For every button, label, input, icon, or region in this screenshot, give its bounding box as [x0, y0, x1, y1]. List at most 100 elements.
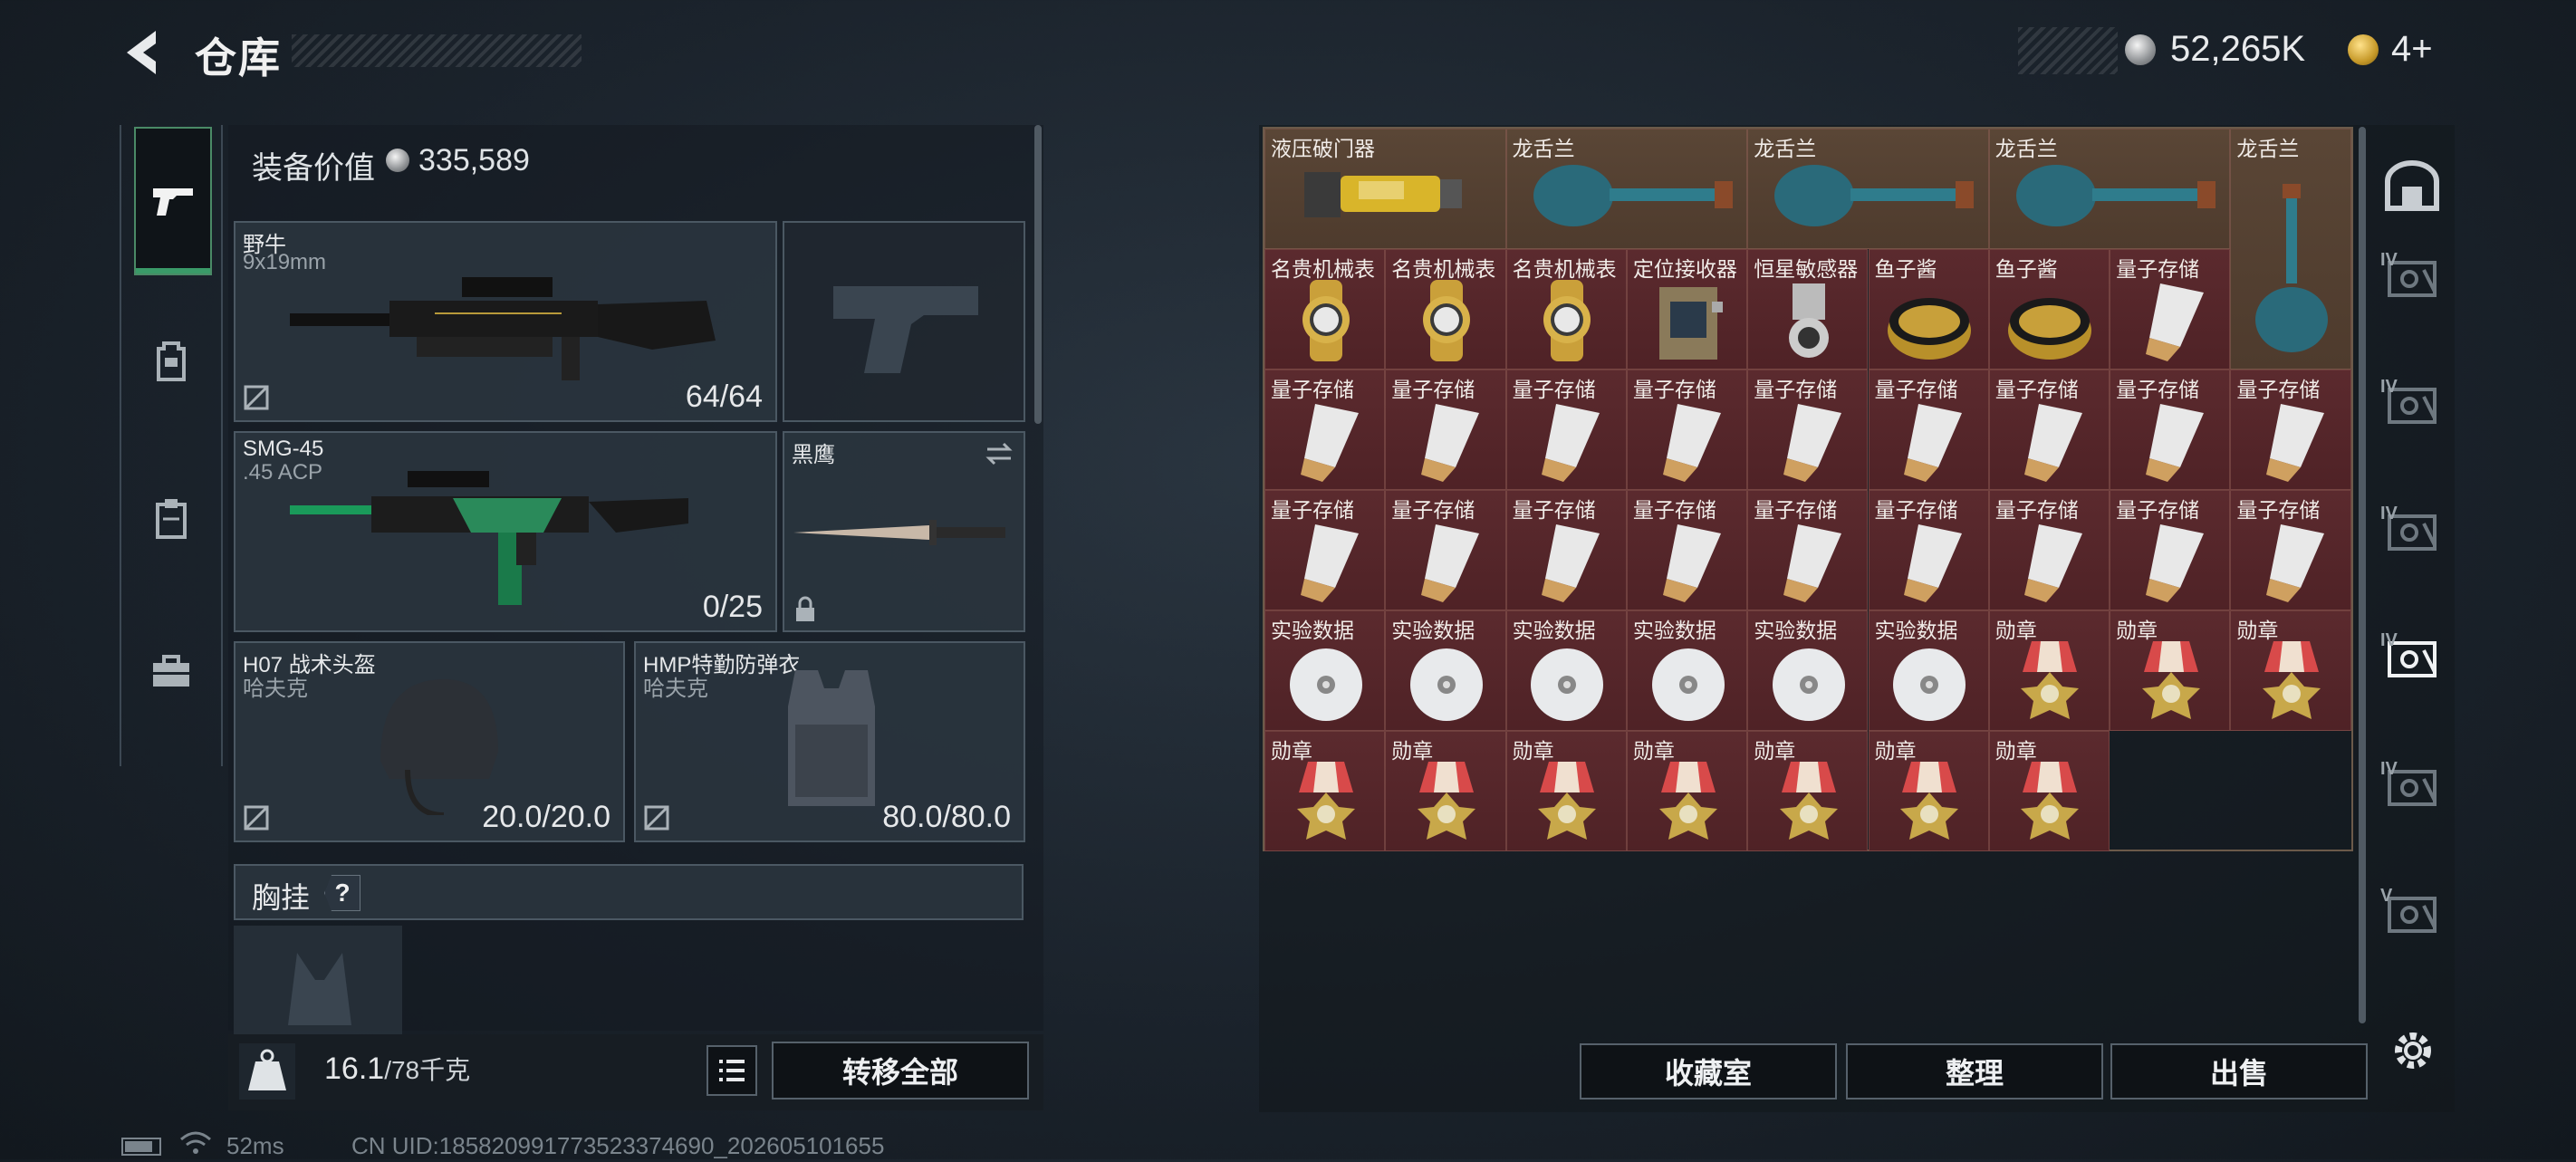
- inventory-item-disc[interactable]: 实验数据: [1868, 610, 1989, 731]
- inventory-item-usb[interactable]: 量子存储: [2110, 490, 2231, 610]
- inventory-item-caviar[interactable]: 鱼子酱: [1868, 249, 1989, 370]
- inventory-item-disc[interactable]: 实验数据: [1626, 610, 1748, 731]
- disc-icon: [1409, 648, 1483, 721]
- inventory-item-disc[interactable]: 实验数据: [1505, 610, 1627, 731]
- inventory-item-usb[interactable]: 量子存储: [1505, 490, 1627, 610]
- inventory-item-usb[interactable]: 量子存储: [2110, 249, 2231, 370]
- settings-gear-icon[interactable]: [2386, 1023, 2440, 1078]
- disc-icon: [1772, 648, 1845, 721]
- safe-button[interactable]: [2380, 159, 2444, 214]
- usb-icon: [2024, 524, 2083, 602]
- inventory-item-receiver[interactable]: 定位接收器: [1626, 249, 1748, 370]
- tab-clipboard[interactable]: [134, 446, 208, 591]
- usb-icon: [2145, 283, 2204, 361]
- armor-slot[interactable]: HMP特勤防弹衣 哈夫克 80.0/80.0: [634, 641, 1025, 842]
- list-view-button[interactable]: [706, 1045, 757, 1096]
- melee-slot[interactable]: 黑鹰: [783, 431, 1025, 632]
- helmet-slot[interactable]: H07 战术头盔 哈夫克 20.0/20.0: [234, 641, 625, 842]
- pistol-slot[interactable]: [783, 221, 1025, 422]
- inventory-item-caviar[interactable]: 鱼子酱: [1988, 249, 2110, 370]
- usb-icon: [2266, 404, 2325, 482]
- container-iv-button[interactable]: IV: [2380, 630, 2444, 685]
- inventory-item-usb[interactable]: 量子存储: [1385, 490, 1506, 610]
- inventory-item-usb[interactable]: 量子存储: [2110, 370, 2231, 490]
- equipment-scrollbar[interactable]: [1034, 125, 1042, 424]
- gold-currency-amount[interactable]: 4+: [2391, 29, 2433, 70]
- inventory-item-usb[interactable]: 量子存储: [1868, 370, 1989, 490]
- transfer-all-button[interactable]: 转移全部: [772, 1042, 1029, 1100]
- inventory-item-usb[interactable]: 量子存储: [1747, 490, 1869, 610]
- warehouse-scrollbar[interactable]: [2359, 127, 2366, 1023]
- container-iv-button[interactable]: IV: [2380, 250, 2444, 304]
- container-iv-button[interactable]: IV: [2380, 759, 2444, 813]
- caviar-icon: [2008, 298, 2092, 360]
- usb-icon: [2024, 404, 2083, 482]
- inventory-item-sensor[interactable]: 恒星敏感器: [1747, 249, 1869, 370]
- container-level-label: IV: [2380, 630, 2398, 650]
- inventory-item-usb[interactable]: 量子存储: [1626, 490, 1748, 610]
- inventory-item-usb[interactable]: 量子存储: [2230, 370, 2351, 490]
- side-tab-strip: [120, 125, 223, 766]
- inventory-item-disc[interactable]: 实验数据: [1385, 610, 1506, 731]
- inventory-item-medal[interactable]: 勋章: [1385, 731, 1506, 851]
- tab-backpack[interactable]: [134, 288, 208, 433]
- sensor-icon: [1788, 283, 1829, 358]
- collection-room-button[interactable]: 收藏室: [1580, 1043, 1837, 1100]
- wifi-icon: [178, 1130, 214, 1162]
- secondary-weapon-slot[interactable]: SMG-45 .45 ACP 0/25: [234, 431, 777, 632]
- inventory-item-medal[interactable]: 勋章: [1264, 731, 1386, 851]
- watch-icon: [1543, 280, 1591, 361]
- inventory-item-tequila-h[interactable]: 龙舌兰: [1505, 129, 1748, 249]
- inventory-item-usb[interactable]: 量子存储: [1988, 490, 2110, 610]
- inventory-item-usb[interactable]: 量子存储: [1505, 370, 1627, 490]
- inventory-item-usb[interactable]: 量子存储: [1747, 370, 1869, 490]
- inventory-item-medal[interactable]: 勋章: [1988, 731, 2110, 851]
- smg-image: [290, 471, 688, 605]
- title-decoration: [292, 34, 582, 67]
- container-iv-button[interactable]: IV: [2380, 504, 2444, 558]
- organize-button[interactable]: 整理: [1846, 1043, 2103, 1100]
- chest-rig-slot[interactable]: [234, 926, 402, 1034]
- inventory-item-tequila-v[interactable]: 龙舌兰: [2230, 129, 2351, 370]
- inventory-item-tequila-h[interactable]: 龙舌兰: [1988, 129, 2231, 249]
- inventory-item-disc[interactable]: 实验数据: [1264, 610, 1386, 731]
- inventory-item-watch[interactable]: 名贵机械表: [1385, 249, 1506, 370]
- inventory-item-tequila-h[interactable]: 龙舌兰: [1747, 129, 1989, 249]
- inventory-item-usb[interactable]: 量子存储: [1868, 490, 1989, 610]
- primary-weapon-slot[interactable]: 野牛 9x19mm 64/64: [234, 221, 777, 422]
- inventory-item-medal[interactable]: 勋章: [2230, 610, 2351, 731]
- inventory-item-medal[interactable]: 勋章: [1988, 610, 2110, 731]
- inventory-item-disc[interactable]: 实验数据: [1747, 610, 1869, 731]
- sell-button[interactable]: 出售: [2110, 1043, 2368, 1100]
- tab-toolbox[interactable]: [134, 600, 208, 744]
- inventory-item-medal[interactable]: 勋章: [2110, 610, 2231, 731]
- inventory-item-usb[interactable]: 量子存储: [1385, 370, 1506, 490]
- inventory-item-medal[interactable]: 勋章: [1868, 731, 1989, 851]
- equipment-value: 335,589: [418, 143, 530, 178]
- container-iv-button[interactable]: IV: [2380, 377, 2444, 431]
- inventory-item-usb[interactable]: 量子存储: [2230, 490, 2351, 610]
- medal-icon: [2021, 762, 2080, 840]
- back-arrow-icon[interactable]: [120, 27, 165, 78]
- inventory-item-usb[interactable]: 量子存储: [1264, 490, 1386, 610]
- equipment-value-label: 装备价值: [252, 151, 375, 186]
- inventory-item-usb[interactable]: 量子存储: [1626, 370, 1748, 490]
- inventory-item-medal[interactable]: 勋章: [1505, 731, 1627, 851]
- medal-icon: [2141, 641, 2200, 719]
- inventory-item-usb[interactable]: 量子存储: [1264, 370, 1386, 490]
- help-icon[interactable]: ?: [324, 875, 360, 911]
- container-v-button[interactable]: V: [2380, 886, 2444, 940]
- usb-icon: [1904, 404, 1963, 482]
- inventory-item-usb[interactable]: 量子存储: [1988, 370, 2110, 490]
- weapon-ammo: 64/64: [685, 379, 763, 414]
- inventory-item-watch[interactable]: 名贵机械表: [1505, 249, 1627, 370]
- inventory-item-medal[interactable]: 勋章: [1626, 731, 1748, 851]
- battery-icon: [121, 1138, 161, 1156]
- tab-weapons[interactable]: [134, 127, 212, 275]
- breacher-icon: [1304, 172, 1463, 217]
- medal-icon: [1779, 762, 1838, 840]
- inventory-item-breacher[interactable]: 液压破门器: [1264, 129, 1506, 249]
- usb-icon: [1420, 524, 1479, 602]
- inventory-item-watch[interactable]: 名贵机械表: [1264, 249, 1386, 370]
- inventory-item-medal[interactable]: 勋章: [1747, 731, 1869, 851]
